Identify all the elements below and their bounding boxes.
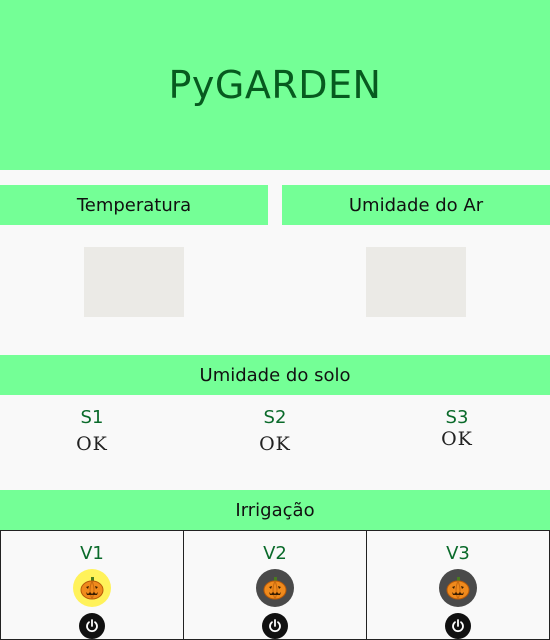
sensor-s1: S1 OK xyxy=(42,407,142,455)
valve-v1: V1 xyxy=(0,530,183,640)
pumpkin-icon xyxy=(80,577,104,600)
valve-status-indicator xyxy=(256,569,294,607)
sensor-name: S3 xyxy=(445,407,469,428)
valve-name: V3 xyxy=(446,543,470,564)
soil-humidity-label-text: Umidade do solo xyxy=(199,364,351,386)
sensor-name: S1 xyxy=(80,407,104,428)
temperature-label-text: Temperatura xyxy=(76,194,192,216)
power-icon xyxy=(86,619,98,633)
valve-v2: V2 xyxy=(183,530,366,640)
irrigation-label-text: Irrigação xyxy=(235,499,315,521)
temperature-value xyxy=(84,247,184,317)
power-icon xyxy=(269,619,281,633)
valve-v2-power-button[interactable] xyxy=(262,613,288,639)
irrigation-label: Irrigação xyxy=(0,490,550,530)
sensor-name: S2 xyxy=(263,407,287,428)
app-header: PyGARDEN xyxy=(0,0,550,170)
valve-status-indicator xyxy=(439,569,477,607)
valve-panel: V1 V2 V3 xyxy=(0,530,550,640)
air-humidity-value xyxy=(366,247,466,317)
sensor-s3: S3 OK xyxy=(407,407,507,450)
app-title: PyGARDEN xyxy=(168,63,382,107)
valve-name: V1 xyxy=(80,543,104,564)
air-humidity-label: Umidade do Ar xyxy=(282,185,550,225)
valve-status-indicator xyxy=(73,569,111,607)
sensor-status: OK xyxy=(76,433,108,455)
sensor-status: OK xyxy=(441,428,473,450)
soil-humidity-label: Umidade do solo xyxy=(0,355,550,395)
valve-v1-power-button[interactable] xyxy=(79,613,105,639)
pumpkin-icon xyxy=(446,577,470,600)
valve-v3-power-button[interactable] xyxy=(445,613,471,639)
power-icon xyxy=(452,619,464,633)
valve-name: V2 xyxy=(263,543,287,564)
air-humidity-label-text: Umidade do Ar xyxy=(348,194,484,216)
temperature-label: Temperatura xyxy=(0,185,268,225)
valve-v3: V3 xyxy=(366,530,550,640)
sensor-status: OK xyxy=(259,433,291,455)
sensor-s2: S2 OK xyxy=(225,407,325,455)
pumpkin-icon xyxy=(263,577,287,600)
